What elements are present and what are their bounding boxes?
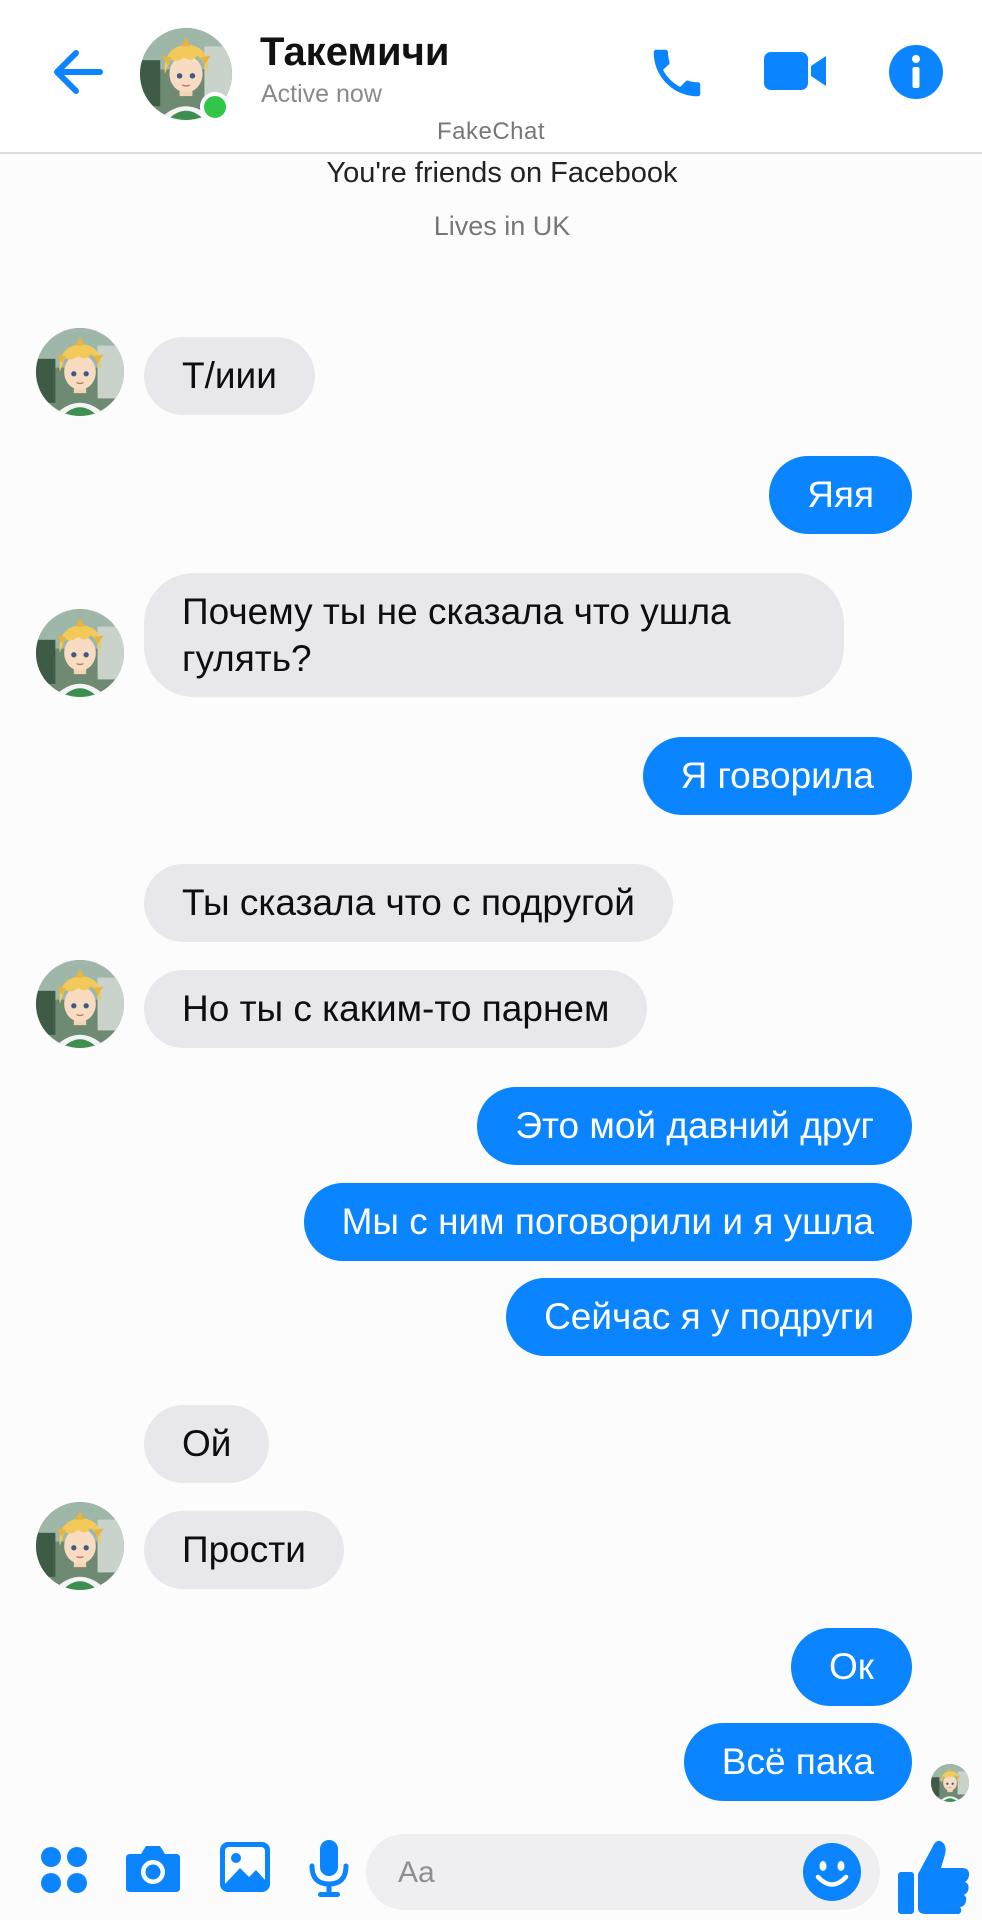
message-outgoing[interactable]: Это мой давний друг: [477, 1087, 912, 1165]
sender-avatar[interactable]: [36, 609, 124, 697]
sender-avatar[interactable]: [36, 960, 124, 1048]
message-incoming[interactable]: Но ты с каким-то парнем: [144, 970, 648, 1048]
message-outgoing[interactable]: Яяя: [769, 456, 912, 534]
menu-grid-icon[interactable]: [38, 1844, 90, 1896]
video-camera-icon[interactable]: [762, 46, 828, 96]
message-input-container[interactable]: [366, 1834, 880, 1910]
message-incoming[interactable]: Почему ты не сказала что ушла гулять?: [144, 573, 844, 697]
message-incoming[interactable]: Ты сказала что с подругой: [144, 864, 673, 942]
message-outgoing[interactable]: Сейчас я у подруги: [506, 1278, 912, 1356]
microphone-icon[interactable]: [308, 1838, 350, 1900]
message-outgoing[interactable]: Я говорила: [642, 737, 912, 815]
message-outgoing[interactable]: Мы с ним поговорили и я ушла: [303, 1183, 912, 1261]
message-outgoing[interactable]: Всё пака: [683, 1723, 912, 1801]
thumbs-up-icon[interactable]: [896, 1836, 972, 1916]
message-outgoing[interactable]: Ок: [791, 1628, 912, 1706]
watermark-text: FakeChat: [436, 118, 546, 145]
seen-receipt-avatar: [931, 1764, 969, 1802]
friends-status-text: You're friends on Facebook: [326, 157, 678, 189]
arrow-left-icon[interactable]: [46, 40, 110, 104]
message-incoming[interactable]: Ой: [144, 1405, 270, 1483]
sender-avatar[interactable]: [36, 1502, 124, 1590]
contact-name[interactable]: Такемичи: [260, 30, 449, 75]
camera-icon[interactable]: [124, 1842, 182, 1894]
message-incoming[interactable]: Прости: [144, 1511, 344, 1589]
info-icon[interactable]: [888, 44, 944, 100]
emoji-icon[interactable]: [802, 1842, 862, 1902]
image-icon[interactable]: [218, 1840, 272, 1894]
message-incoming[interactable]: Т/иии: [144, 337, 315, 415]
sender-avatar[interactable]: [36, 328, 124, 416]
phone-icon[interactable]: [646, 42, 708, 104]
contact-status: Active now: [261, 80, 382, 108]
message-composer: [0, 1812, 982, 1920]
message-input[interactable]: [396, 1846, 800, 1900]
location-text: Lives in UK: [433, 211, 571, 241]
